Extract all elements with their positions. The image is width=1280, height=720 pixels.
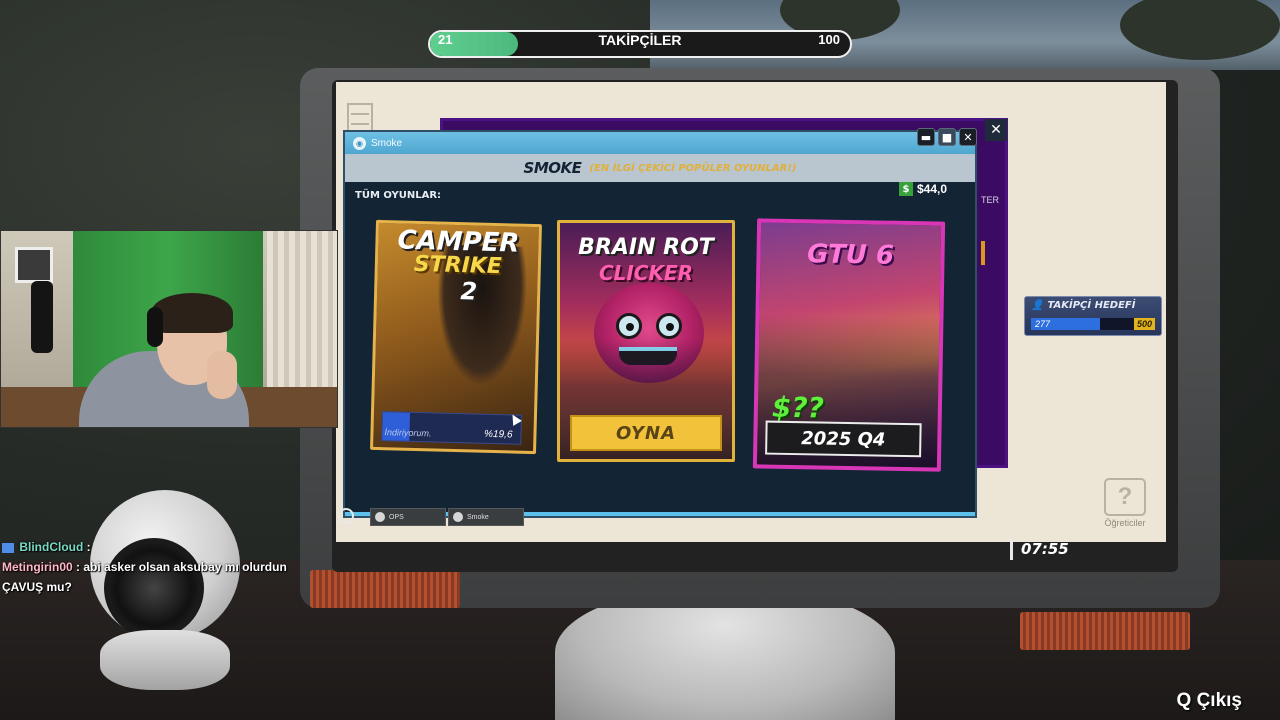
webcam-window (15, 247, 53, 283)
game-title-line3: 2 (460, 277, 478, 306)
background-window-close-button[interactable]: ✕ (985, 119, 1007, 141)
chat-message: BlindCloud : (2, 537, 302, 557)
webcam-coat (31, 281, 53, 353)
taskbar: OPS Smoke 07:55 (326, 504, 1174, 560)
taskbar-item-smoke[interactable]: Smoke (448, 508, 524, 526)
download-status-label: İndiriyorum. (384, 427, 432, 439)
game-title-line2: STRIKE (413, 251, 503, 280)
chat-username: Metingirin00 (2, 560, 73, 574)
followers-max: 100 (818, 32, 840, 47)
taskbar-item-ops[interactable]: OPS (370, 508, 446, 526)
close-button[interactable]: ✕ (959, 128, 977, 146)
streamer-hand (207, 351, 237, 399)
chat-message: Metingirin00 : abi asker olsan aksubay m… (2, 557, 302, 597)
followers-label: TAKİPÇİLER (598, 32, 682, 48)
game-title-line2: CLICKER (598, 261, 694, 285)
headphones-icon (147, 307, 163, 347)
chat-separator: : (76, 560, 81, 574)
chat-separator: : (86, 540, 91, 554)
brain-eye-right (656, 313, 682, 339)
money-icon: $ (898, 182, 913, 196)
game-title-line1: BRAIN ROT (578, 235, 714, 260)
price-tag: $?? (771, 390, 825, 425)
download-progress-bar: İndiriyorum. %19,6 (381, 411, 522, 445)
taskbar-item-label: Smoke (467, 513, 489, 521)
window-controls: ▬ ■ ✕ (917, 128, 977, 146)
monitor-speaker-right (1020, 612, 1190, 650)
ops-app-icon (375, 512, 385, 522)
exit-hint: Q Çıkış (1176, 690, 1242, 711)
webcam-base (100, 630, 230, 690)
smoke-store-header: SMOKE (EN İLGİ ÇEKİCİ POPÜLER OYUNLAR!) (345, 154, 975, 182)
smoke-tagline: (EN İLGİ ÇEKİCİ POPÜLER OYUNLAR!) (589, 162, 797, 174)
maximize-button[interactable]: ■ (938, 128, 956, 146)
chat-badge-icon (2, 542, 14, 553)
play-button[interactable]: OYNA (570, 415, 722, 451)
follower-goal-current: 277 (1035, 319, 1051, 329)
streamer-webcam-feed (0, 230, 338, 428)
game-title: GTU 6 (806, 239, 895, 271)
streamer-hair (151, 293, 233, 333)
smoke-logo: SMOKE (523, 159, 582, 177)
smoke-app-icon: ◉ (353, 136, 366, 150)
all-games-label: TÜM OYUNLAR: (355, 190, 442, 201)
chat-username: BlindCloud (19, 540, 84, 554)
wallet-balance: $ $44,0 (898, 182, 947, 196)
smoke-store-window[interactable]: ◉ Smoke ▬ ■ ✕ SMOKE (EN İLGİ ÇEKİCİ POPÜ… (343, 128, 977, 518)
background-window-text: TER (981, 195, 999, 205)
stream-chat: BlindCloud : Metingirin00 : abi asker ol… (2, 537, 302, 597)
follower-goal-widget: 👤 TAKİPÇİ HEDEFİ 277 500 (1024, 296, 1162, 336)
smoke-titlebar[interactable]: ◉ Smoke (345, 132, 975, 154)
monitor-screen: ✕ TER ◉ Smoke ▬ ■ ✕ SMOKE (EN İLGİ ÇEKİC… (336, 82, 1166, 542)
minimize-button[interactable]: ▬ (917, 128, 935, 146)
followers-progress-bar: 21 TAKİPÇİLER 100 (428, 30, 852, 58)
game-card-brain-rot-clicker[interactable]: BRAIN ROT CLICKER OYNA (557, 220, 735, 462)
user-icon: 👤 (1031, 300, 1044, 311)
game-card-gtu-6[interactable]: GTU 6 $?? 2025 Q4 (752, 218, 946, 472)
background-window-accent (981, 241, 985, 265)
follower-goal-label: TAKİPÇİ HEDEFİ (1047, 300, 1136, 311)
smoke-window-title: Smoke (371, 137, 403, 149)
brain-eye-left (616, 313, 642, 339)
taskbar-item-label: OPS (389, 513, 404, 521)
taskbar-clock: 07:55 (1010, 538, 1069, 560)
balance-value: $44,0 (916, 182, 947, 196)
follower-goal-bar: 277 500 (1031, 318, 1155, 330)
follower-goal-title: 👤 TAKİPÇİ HEDEFİ (1031, 300, 1135, 311)
download-percent: %19,6 (483, 428, 513, 441)
smoke-app-icon (453, 512, 463, 522)
start-button[interactable] (338, 508, 354, 524)
follower-goal-target: 500 (1133, 318, 1155, 330)
monitor-speaker-left (310, 570, 460, 608)
release-date-badge: 2025 Q4 (765, 420, 922, 458)
